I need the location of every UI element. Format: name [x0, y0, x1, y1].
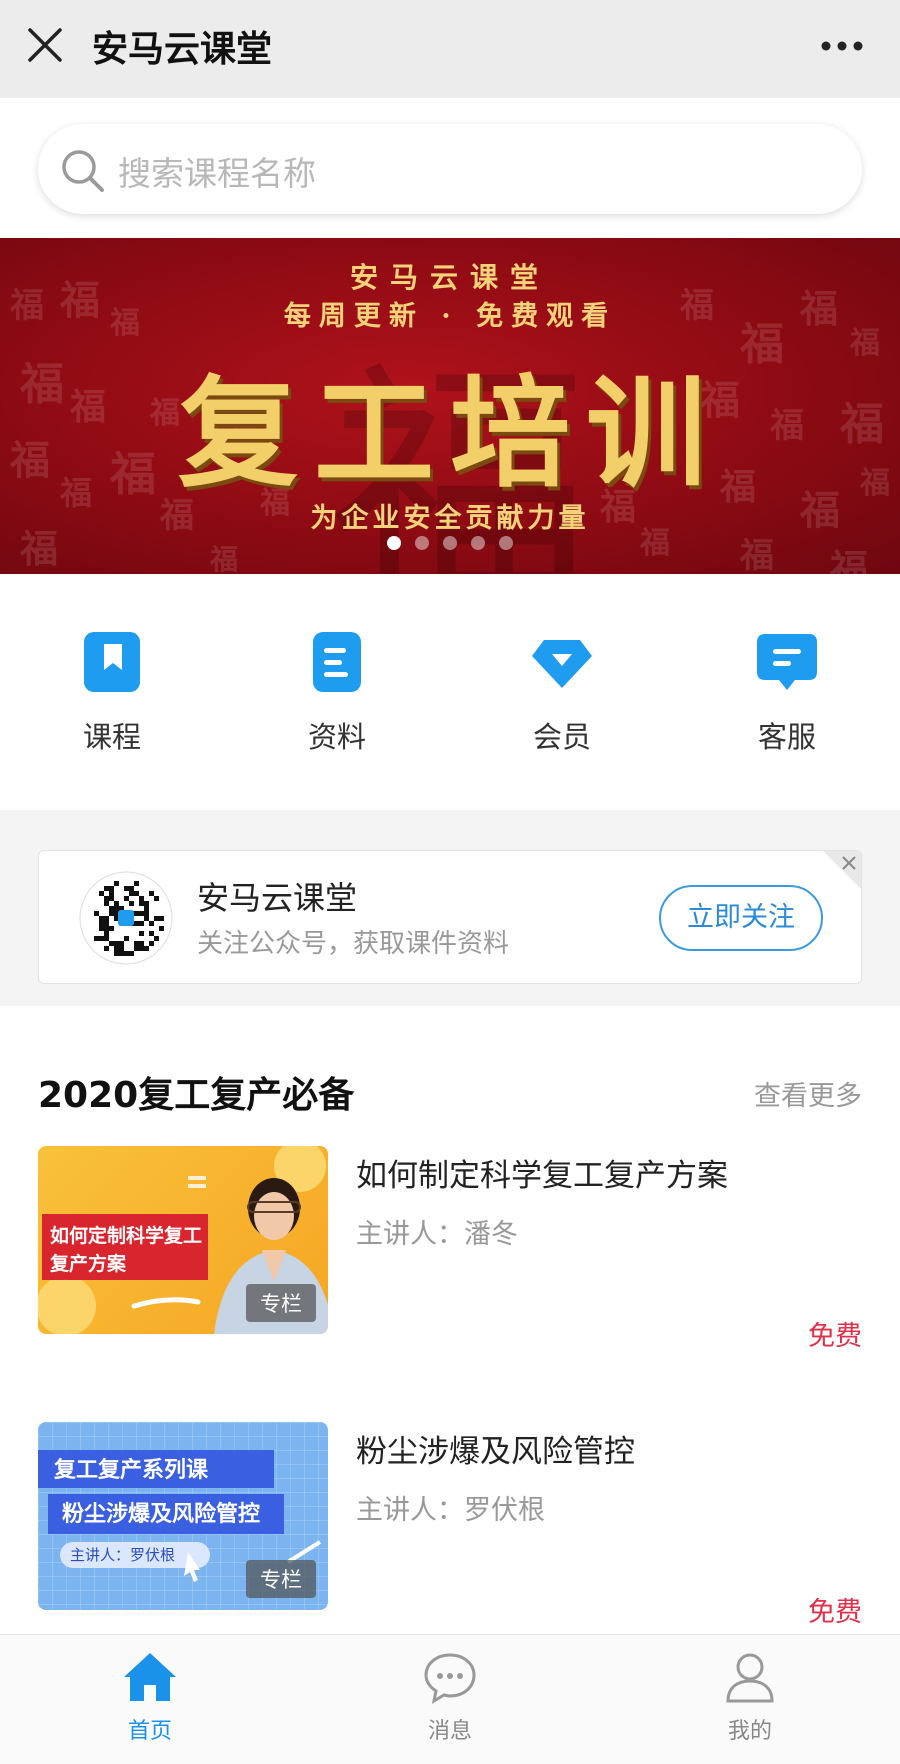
quick-nav-support[interactable]: 客服 [697, 630, 877, 760]
quick-nav: 课程 资料 会员 客服 [0, 574, 900, 810]
more-dots-icon[interactable] [820, 40, 864, 52]
banner-title: 安马云课堂 [349, 261, 550, 294]
banner-carousel[interactable]: 福福福福福福福福福福福福福福福福福福福福福福福福福福福福 福 安马云课堂 每周更… [0, 238, 900, 574]
search-placeholder: 搜索课程名称 [118, 154, 316, 193]
course-title[interactable]: 如何制定科学复工复产方案 [356, 1150, 728, 1195]
tab-label: 首页 [127, 1719, 172, 1744]
quick-nav-courses[interactable]: 课程 [22, 630, 202, 760]
search-area: 搜索课程名称 [0, 98, 900, 238]
course-item[interactable]: 如何定制科学复工 复产方案 专栏 如何制定科学复工复产方案 主讲人：潘冬 免费 [38, 1146, 862, 1352]
tab-label: 我的 [727, 1719, 772, 1744]
column-tag: 专栏 [246, 1560, 316, 1598]
course-lecturer: 主讲人：潘冬 [356, 1219, 518, 1250]
thumbnail-text-line: 复产方案 [50, 1253, 127, 1275]
column-tag: 专栏 [246, 1284, 316, 1322]
carousel-dots [0, 536, 900, 550]
quick-nav-label: 会员 [532, 720, 591, 754]
account-name: 安马云课堂 [197, 879, 358, 917]
thumbnail-text: 如何定制科学复工 复产方案 [50, 1222, 202, 1278]
course-section: 2020复工复产必备 查看更多 如何定制科学复工 复产方案 专栏 如何制定科学复… [0, 1006, 900, 1634]
close-icon[interactable] [823, 851, 861, 889]
tab-messages[interactable]: 消息 [300, 1649, 600, 1749]
search-icon [62, 150, 104, 192]
thumbnail-text-line: 粉尘涉爆及风险管控 [62, 1501, 261, 1527]
chat-bubble-icon [757, 634, 817, 690]
course-item[interactable]: 复工复产系列课 粉尘涉爆及风险管控 主讲人：罗伏根 专栏 粉尘涉爆及风险管控 主… [38, 1422, 862, 1628]
qr-code-icon [79, 871, 173, 965]
carousel-dot[interactable] [499, 536, 513, 550]
account-description: 关注公众号，获取课件资料 [197, 929, 510, 959]
banner-subtitle: 每周更新 · 免费观看 [283, 301, 617, 332]
search-input[interactable]: 搜索课程名称 [38, 124, 862, 214]
course-thumbnail: 复工复产系列课 粉尘涉爆及风险管控 主讲人：罗伏根 专栏 [38, 1422, 328, 1610]
course-price: 免费 [808, 1597, 862, 1628]
close-icon[interactable] [24, 24, 66, 66]
tab-home[interactable]: 首页 [0, 1649, 300, 1749]
thumbnail-text-line: 主讲人：罗伏根 [70, 1546, 176, 1564]
quick-nav-label: 课程 [82, 720, 141, 754]
tab-label: 消息 [427, 1719, 472, 1744]
carousel-dot[interactable] [443, 536, 457, 550]
home-icon [124, 1653, 176, 1701]
thumbnail-text-line: 复工复产系列课 [54, 1457, 209, 1483]
message-icon [424, 1653, 476, 1705]
quick-nav-materials[interactable]: 资料 [247, 630, 427, 760]
quick-nav-label: 客服 [757, 720, 816, 754]
bottom-tab-bar: 首页 消息 我的 [0, 1634, 900, 1764]
user-icon [726, 1653, 774, 1703]
carousel-dot[interactable] [387, 536, 401, 550]
follow-card-wrapper: 安马云课堂 关注公众号，获取课件资料 立即关注 [0, 826, 900, 1006]
title-bar: 安马云课堂 [0, 0, 900, 98]
quick-nav-membership[interactable]: 会员 [472, 630, 652, 760]
view-more-link[interactable]: 查看更多 [754, 1074, 862, 1113]
follow-account-card[interactable]: 安马云课堂 关注公众号，获取课件资料 立即关注 [38, 850, 862, 984]
banner-headline: 复工培训 [178, 363, 722, 504]
carousel-dot[interactable] [471, 536, 485, 550]
carousel-dot[interactable] [415, 536, 429, 550]
page-title: 安马云课堂 [92, 29, 273, 70]
course-title[interactable]: 粉尘涉爆及风险管控 [356, 1426, 635, 1471]
bookmark-icon [84, 632, 140, 692]
thumbnail-text-line: 如何定制科学复工 [50, 1225, 203, 1247]
tab-profile[interactable]: 我的 [600, 1649, 900, 1749]
quick-nav-label: 资料 [307, 720, 366, 754]
follow-button[interactable]: 立即关注 [659, 885, 823, 951]
document-icon [313, 632, 361, 692]
course-lecturer: 主讲人：罗伏根 [356, 1495, 545, 1526]
diamond-icon [532, 640, 592, 688]
section-title: 2020复工复产必备 [38, 1075, 355, 1116]
course-price: 免费 [808, 1321, 862, 1352]
course-thumbnail: 如何定制科学复工 复产方案 专栏 [38, 1146, 328, 1334]
banner-slogan: 为企业安全贡献力量 [310, 503, 590, 534]
